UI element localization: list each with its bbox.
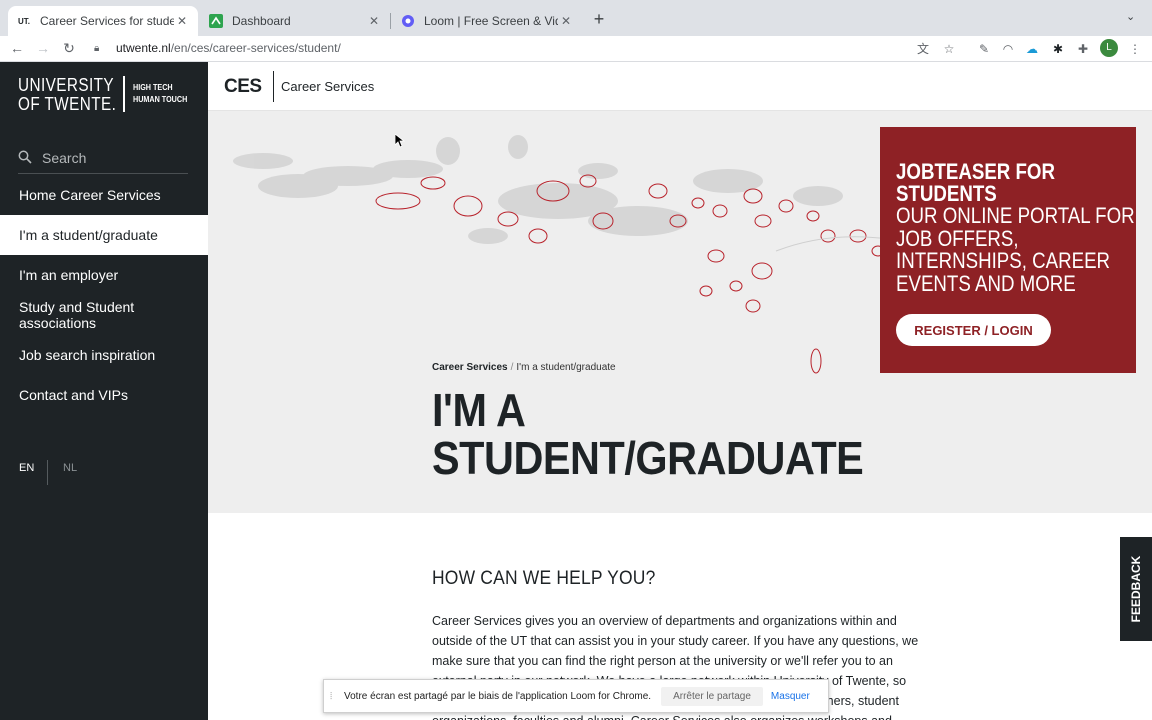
address-bar[interactable]: 🔒︎ utwente.nl/en/ces/career-services/stu…: [86, 36, 966, 60]
sidebar-item-employer[interactable]: I'm an employer: [0, 255, 208, 295]
feedback-label: FEEDBACK: [1129, 555, 1143, 623]
browser-toolbar: ← → ↻ 🔒︎ utwente.nl/en/ces/career-servic…: [0, 36, 1152, 62]
drag-handle-icon[interactable]: ⦙: [330, 691, 340, 702]
hide-button[interactable]: Masquer: [771, 691, 810, 702]
language-nl[interactable]: NL: [63, 462, 77, 474]
sidebar-item-label: I'm a student/graduate: [19, 227, 158, 243]
close-tab-icon[interactable]: ✕: [366, 14, 382, 28]
sidebar-item-label: Contact and VIPs: [19, 387, 128, 403]
feedback-tab[interactable]: FEEDBACK: [1120, 537, 1152, 641]
rainbow-extension-icon[interactable]: ◠: [1000, 41, 1016, 57]
language-en[interactable]: EN: [19, 462, 34, 474]
dashboard-favicon-icon: [208, 13, 224, 29]
logo-tagline-2: HUMAN TOUCH: [133, 95, 188, 104]
tab-dashboard[interactable]: Dashboard ✕: [200, 6, 390, 36]
translate-icon[interactable]: 文: [915, 41, 931, 57]
sidebar-item-home-career-services[interactable]: Home Career Services: [0, 175, 208, 215]
tab-title: Loom | Free Screen & Video Re: [424, 14, 558, 28]
loom-extension-icon[interactable]: ✱: [1050, 41, 1066, 57]
loom-favicon-icon: [400, 13, 416, 29]
promo-text-line-1: OUR ONLINE PORTAL FOR: [896, 203, 1135, 228]
hero-section: Career Services / I'm a student/graduate I…: [208, 111, 1152, 513]
header-title[interactable]: Career Services: [281, 79, 374, 94]
paragraph-line: make sure that you can find the right pe…: [432, 654, 893, 668]
new-tab-icon[interactable]: +: [590, 9, 608, 29]
paragraph-line: Career Services gives you an overview of…: [432, 614, 897, 628]
profile-avatar[interactable]: L: [1100, 39, 1118, 57]
close-tab-icon[interactable]: ✕: [174, 14, 190, 28]
header-divider: [273, 71, 274, 102]
breadcrumb-root-link[interactable]: Career Services: [432, 362, 508, 373]
sidebar-item-label: I'm an employer: [19, 267, 119, 283]
sidebar-item-contact-vips[interactable]: Contact and VIPs: [0, 375, 208, 415]
cloud-extension-icon[interactable]: ☁: [1024, 41, 1040, 57]
tab-title: Dashboard: [232, 14, 291, 28]
logo-divider: [123, 76, 125, 112]
url-host: utwente.nl: [116, 41, 171, 55]
promo-heading-line-2: STUDENTS: [896, 181, 997, 206]
close-tab-icon[interactable]: ✕: [558, 14, 574, 28]
sidebar-item-study-associations[interactable]: Study and Student associations: [0, 295, 208, 335]
screen-share-notification: ⦙ Votre écran est partagé par le biais d…: [323, 679, 829, 713]
logo-line-1: UNIVERSITY: [18, 75, 115, 95]
promo-text-line-2: JOB OFFERS,: [896, 225, 1019, 251]
lock-icon: 🔒︎: [94, 42, 100, 54]
search-input[interactable]: Search: [18, 142, 188, 174]
breadcrumb-separator: /: [510, 362, 514, 373]
logo-tagline-1: HIGH TECH: [133, 83, 173, 92]
browser-menu-icon[interactable]: ⋮: [1127, 41, 1143, 57]
sidebar: UNIVERSITY OF TWENTE. HIGH TECH HUMAN TO…: [0, 62, 208, 720]
reload-icon[interactable]: ↻: [60, 39, 78, 57]
sidebar-item-label: Home Career Services: [19, 187, 161, 203]
sidebar-item-student-graduate[interactable]: I'm a student/graduate: [0, 215, 208, 255]
forward-arrow-icon[interactable]: →: [34, 39, 52, 57]
page-title: I'M A STUDENT/GRADUATE: [432, 384, 864, 484]
main-content: CES Career Services Career Services / I'…: [208, 62, 1152, 720]
mouse-cursor-icon: [395, 134, 405, 148]
section-heading: HOW CAN WE HELP YOU?: [432, 568, 656, 589]
stop-sharing-button[interactable]: Arrêter le partage: [661, 686, 763, 706]
site-header: CES Career Services: [208, 62, 1152, 111]
back-arrow-icon[interactable]: ←: [8, 39, 26, 57]
breadcrumb-current: I'm a student/graduate: [516, 362, 616, 373]
promo-heading-line-1: JOBTEASER FOR: [896, 159, 1055, 184]
tab-loom[interactable]: Loom | Free Screen & Video Re ✕: [392, 6, 582, 36]
language-divider: [47, 460, 48, 485]
ces-logo[interactable]: CES: [224, 76, 262, 98]
tab-career-services[interactable]: UT. Career Services for students: Ut ✕: [8, 6, 198, 36]
search-icon: [18, 150, 34, 166]
paragraph-line: outside of the UT that can assist you in…: [432, 634, 919, 648]
jobteaser-promo-card: JOBTEASER FOR STUDENTS OUR ONLINE PORTAL…: [880, 127, 1136, 373]
breadcrumb: Career Services / I'm a student/graduate: [432, 362, 616, 373]
pen-extension-icon[interactable]: ✎: [976, 41, 992, 57]
promo-text-line-3: INTERNSHIPS, CAREER: [896, 248, 1111, 273]
promo-text-line-4: EVENTS AND MORE: [896, 270, 1076, 296]
bookmark-star-icon[interactable]: ☆: [941, 41, 957, 57]
browser-tab-bar: UT. Career Services for students: Ut ✕ D…: [0, 0, 1152, 36]
logo-line-2: OF TWENTE.: [18, 94, 117, 114]
sidebar-item-label: Study and Student associations: [19, 299, 135, 331]
url-path: /en/ces/career-services/student/: [170, 41, 341, 55]
tab-search-chevron-icon[interactable]: ⌄: [1126, 10, 1135, 23]
page-title-line-1: I'M A: [432, 384, 526, 436]
ut-favicon-icon: UT.: [18, 16, 30, 26]
page-title-line-2: STUDENT/GRADUATE: [432, 432, 864, 484]
sidebar-item-job-search-inspiration[interactable]: Job search inspiration: [0, 335, 208, 375]
tab-divider: [390, 13, 391, 29]
sidebar-item-label: Job search inspiration: [19, 347, 156, 363]
share-message: Votre écran est partagé par le biais de …: [344, 690, 652, 702]
register-login-button[interactable]: REGISTER / LOGIN: [896, 314, 1051, 346]
tab-title: Career Services for students: Ut: [40, 14, 174, 28]
extensions-puzzle-icon[interactable]: ✚: [1075, 41, 1091, 57]
search-placeholder: Search: [42, 149, 87, 166]
university-logo[interactable]: UNIVERSITY OF TWENTE. HIGH TECH HUMAN TO…: [18, 76, 198, 116]
